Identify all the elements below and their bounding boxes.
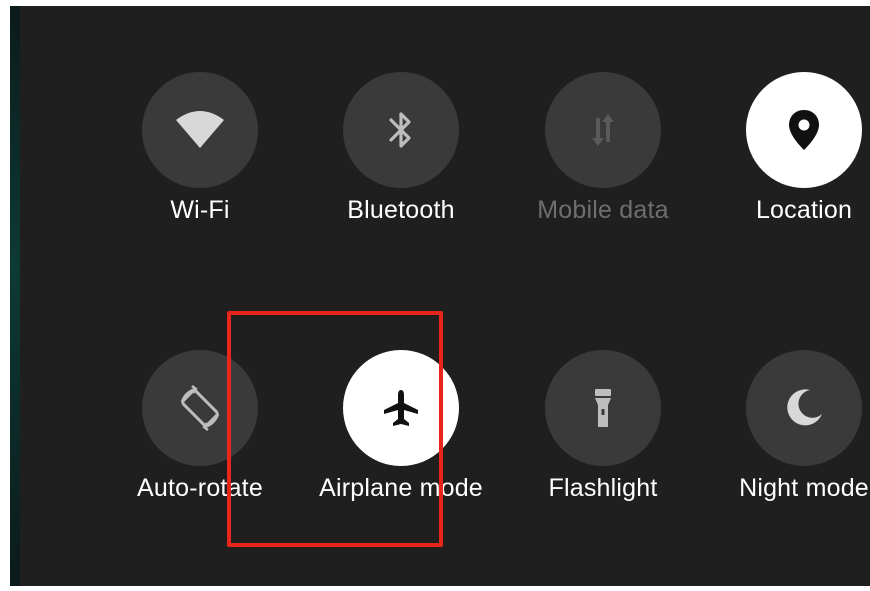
- tile-label-flashlight: Flashlight: [548, 474, 658, 502]
- tile-location[interactable]: Location: [704, 72, 870, 272]
- tile-bluetooth[interactable]: Bluetooth: [301, 72, 501, 272]
- location-pin-icon: [789, 110, 819, 150]
- mobile-data-toggle[interactable]: [545, 72, 661, 188]
- night-mode-toggle[interactable]: [746, 350, 862, 466]
- flashlight-toggle[interactable]: [545, 350, 661, 466]
- moon-icon: [787, 389, 822, 426]
- tile-flashlight[interactable]: Flashlight: [503, 350, 703, 550]
- mobile-data-icon: [592, 114, 614, 146]
- panel-edge: [10, 6, 20, 586]
- tile-label-location: Location: [755, 196, 853, 224]
- airplane-mode-highlight: [227, 311, 443, 547]
- tile-mobile-data[interactable]: Mobile data: [503, 72, 703, 272]
- tile-label-mobile-data: Mobile data: [537, 196, 669, 224]
- tile-label-wifi: Wi-Fi: [170, 196, 230, 224]
- bluetooth-icon: [389, 112, 411, 148]
- location-toggle[interactable]: [746, 72, 862, 188]
- flashlight-icon: [595, 389, 611, 427]
- tile-wifi[interactable]: Wi-Fi: [100, 72, 300, 272]
- tile-label-night-mode: Night mode: [739, 474, 869, 502]
- wifi-toggle[interactable]: [142, 72, 258, 188]
- tile-night-mode[interactable]: Night mode: [704, 350, 870, 550]
- auto-rotate-icon: [180, 384, 220, 432]
- bluetooth-toggle[interactable]: [343, 72, 459, 188]
- wifi-icon: [176, 111, 224, 148]
- tile-label-bluetooth: Bluetooth: [347, 196, 455, 224]
